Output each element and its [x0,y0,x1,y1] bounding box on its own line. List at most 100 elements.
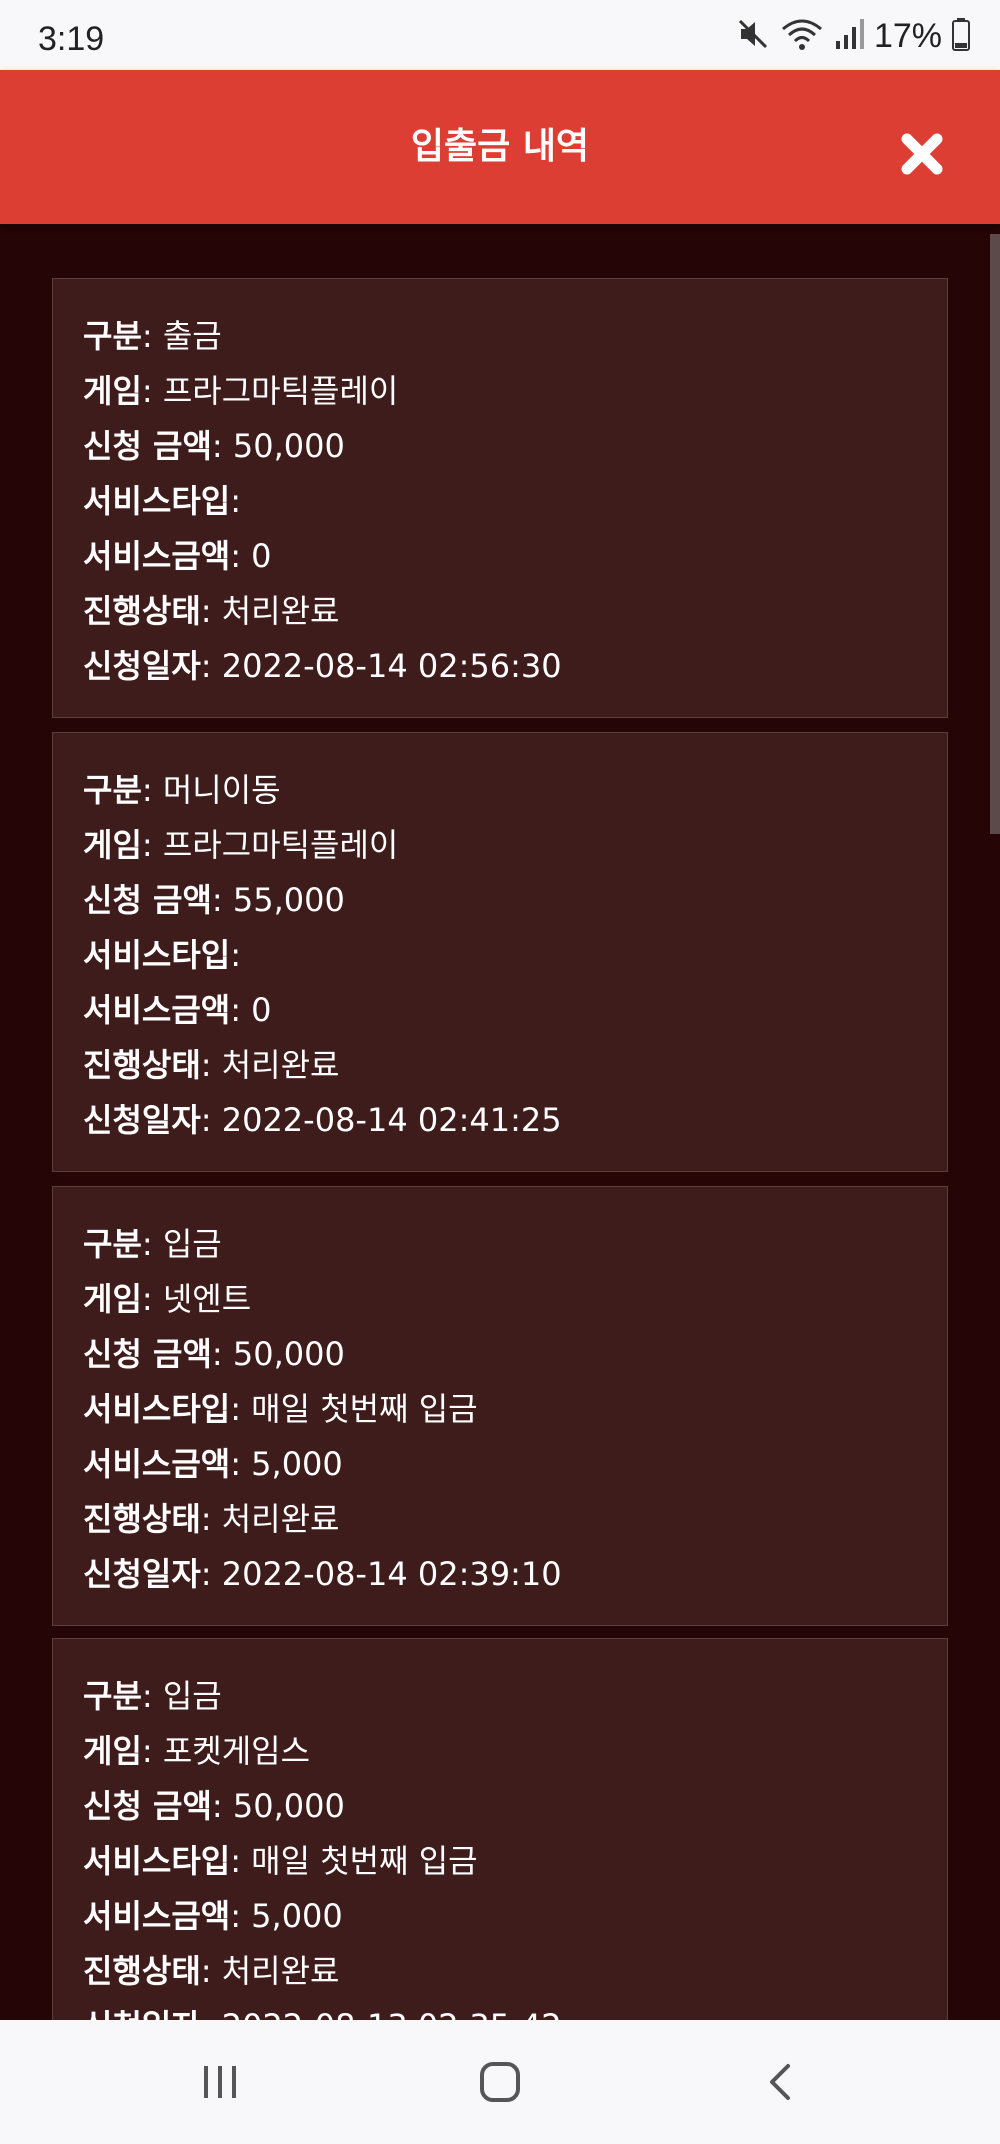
game-label: 게임 [83,372,142,410]
service-amount-label: 서비스금액 [83,1897,231,1935]
date-label: 신청일자 [83,647,201,685]
wifi-icon [780,17,824,56]
page-title: 입출금 내역 [410,126,590,167]
date-value: 2022-08-13 02:35:42 [222,2007,562,2020]
date-row: 신청일자: 2022-08-13 02:35:42 [83,1999,947,2020]
game-label: 게임 [83,826,142,864]
type-value: 출금 [162,317,222,355]
type-row: 구분: 입금 [83,1225,222,1263]
service-amount-label: 서비스금액 [83,991,231,1029]
date-row: 신청일자: 2022-08-14 02:41:25 [83,1101,562,1139]
game-row: 게임: 프라그마틱플레이 [83,826,399,864]
scrollbar[interactable] [990,234,1000,834]
back-icon[interactable] [760,2060,800,2104]
status-value: 처리완료 [221,592,340,630]
type-row: 구분: 출금 [83,317,222,355]
status-icons: 17% [736,16,970,56]
navigation-bar [0,2020,1000,2144]
service-type-value: 매일 첫번째 입금 [251,1842,478,1880]
game-row: 게임: 포켓게임스 [83,1732,311,1770]
home-button[interactable] [470,2052,530,2112]
service-amount-row: 서비스금액: 5,000 [83,1445,343,1483]
game-label: 게임 [83,1732,142,1770]
service-amount-value: 5,000 [251,1897,343,1935]
close-icon[interactable] [899,131,945,177]
home-icon[interactable] [478,2060,522,2104]
service-type-row: 서비스타입: 매일 첫번째 입금 [83,1842,478,1880]
service-amount-label: 서비스금액 [83,1445,231,1483]
type-value: 머니이동 [162,771,281,809]
date-label: 신청일자 [83,2007,201,2020]
service-type-row: 서비스타입: 매일 첫번째 입금 [83,1390,478,1428]
close-button[interactable] [890,122,954,186]
game-value: 프라그마틱플레이 [162,826,399,864]
game-row: 게임: 넷엔트 [83,1280,252,1318]
date-value: 2022-08-14 02:56:30 [221,647,562,685]
service-amount-label: 서비스금액 [83,537,231,575]
amount-value: 50,000 [232,427,345,465]
type-row: 구분: 입금 [83,1677,222,1715]
game-value: 포켓게임스 [162,1732,311,1770]
service-type-label: 서비스타입 [83,1842,231,1880]
battery-icon [952,17,970,56]
signal-icon [834,17,864,56]
status-label: 진행상태 [83,1500,201,1538]
status-value: 처리완료 [221,1046,340,1084]
amount-label: 신청 금액 [83,881,212,919]
type-label: 구분 [83,771,142,809]
amount-row: 신청 금액: 50,000 [83,1335,345,1373]
transaction-card: 구분: 입금 게임: 넷엔트 신청 금액: 50,000 서비스타입: 매일 첫… [52,1186,948,1626]
date-label: 신청일자 [83,1555,201,1593]
type-label: 구분 [83,317,142,355]
status-row: 진행상태: 처리완료 [83,592,340,630]
service-type-label: 서비스타입 [83,1390,231,1428]
amount-value: 50,000 [232,1787,345,1825]
status-row: 진행상태: 처리완료 [83,1500,340,1538]
date-value: 2022-08-14 02:41:25 [221,1101,562,1139]
history-list[interactable]: 구분: 출금 게임: 프라그마틱플레이 신청 금액: 50,000 서비스타입:… [0,224,1000,2020]
type-row: 구분: 머니이동 [83,771,281,809]
type-label: 구분 [83,1225,142,1263]
status-label: 진행상태 [83,592,201,630]
transaction-card: 구분: 머니이동 게임: 프라그마틱플레이 신청 금액: 55,000 서비스타… [52,732,948,1172]
service-amount-row: 서비스금액: 5,000 [83,1897,343,1935]
amount-label: 신청 금액 [83,1335,212,1373]
amount-value: 55,000 [232,881,345,919]
amount-value: 50,000 [232,1335,345,1373]
game-row: 게임: 프라그마틱플레이 [83,372,399,410]
service-type-label: 서비스타입 [83,482,231,520]
status-value: 처리완료 [221,1500,340,1538]
transaction-card: 구분: 입금 게임: 포켓게임스 신청 금액: 50,000 서비스타입: 매일… [52,1638,948,2020]
status-bar: 3:19 17% [0,0,1000,70]
transaction-card: 구분: 출금 게임: 프라그마틱플레이 신청 금액: 50,000 서비스타입:… [52,278,948,718]
service-type-label: 서비스타입 [83,936,231,974]
recent-apps-button[interactable] [190,2052,250,2112]
type-label: 구분 [83,1677,142,1715]
amount-label: 신청 금액 [83,1787,212,1825]
amount-row: 신청 금액: 50,000 [83,427,345,465]
status-label: 진행상태 [83,1046,201,1084]
date-row: 신청일자: 2022-08-14 02:56:30 [83,647,562,685]
type-value: 입금 [162,1225,222,1263]
service-type-value: 매일 첫번째 입금 [251,1390,478,1428]
date-value: 2022-08-14 02:39:10 [221,1555,562,1593]
game-value: 프라그마틱플레이 [162,372,399,410]
recent-apps-icon[interactable] [198,2062,242,2102]
date-label: 신청일자 [83,1101,201,1139]
battery-percent: 17% [873,16,942,55]
status-row: 진행상태: 처리완료 [83,1046,340,1084]
amount-row: 신청 금액: 55,000 [83,881,345,919]
screen: 3:19 17% 입출금 내역 구분: 출금 게임: 프라그마틱플레이 신청 금… [0,0,1000,2144]
app-header: 입출금 내역 [0,70,1000,224]
status-time: 3:19 [38,20,105,58]
service-amount-row: 서비스금액: 0 [83,537,272,575]
service-type-row: 서비스타입: [83,936,241,974]
amount-row: 신청 금액: 50,000 [83,1787,345,1825]
service-amount-value: 5,000 [251,1445,343,1483]
game-label: 게임 [83,1280,142,1318]
service-amount-row: 서비스금액: 0 [83,991,272,1029]
back-button[interactable] [750,2052,810,2112]
service-amount-value: 0 [251,537,272,575]
status-row: 진행상태: 처리완료 [83,1952,340,1990]
mute-icon [736,17,770,56]
